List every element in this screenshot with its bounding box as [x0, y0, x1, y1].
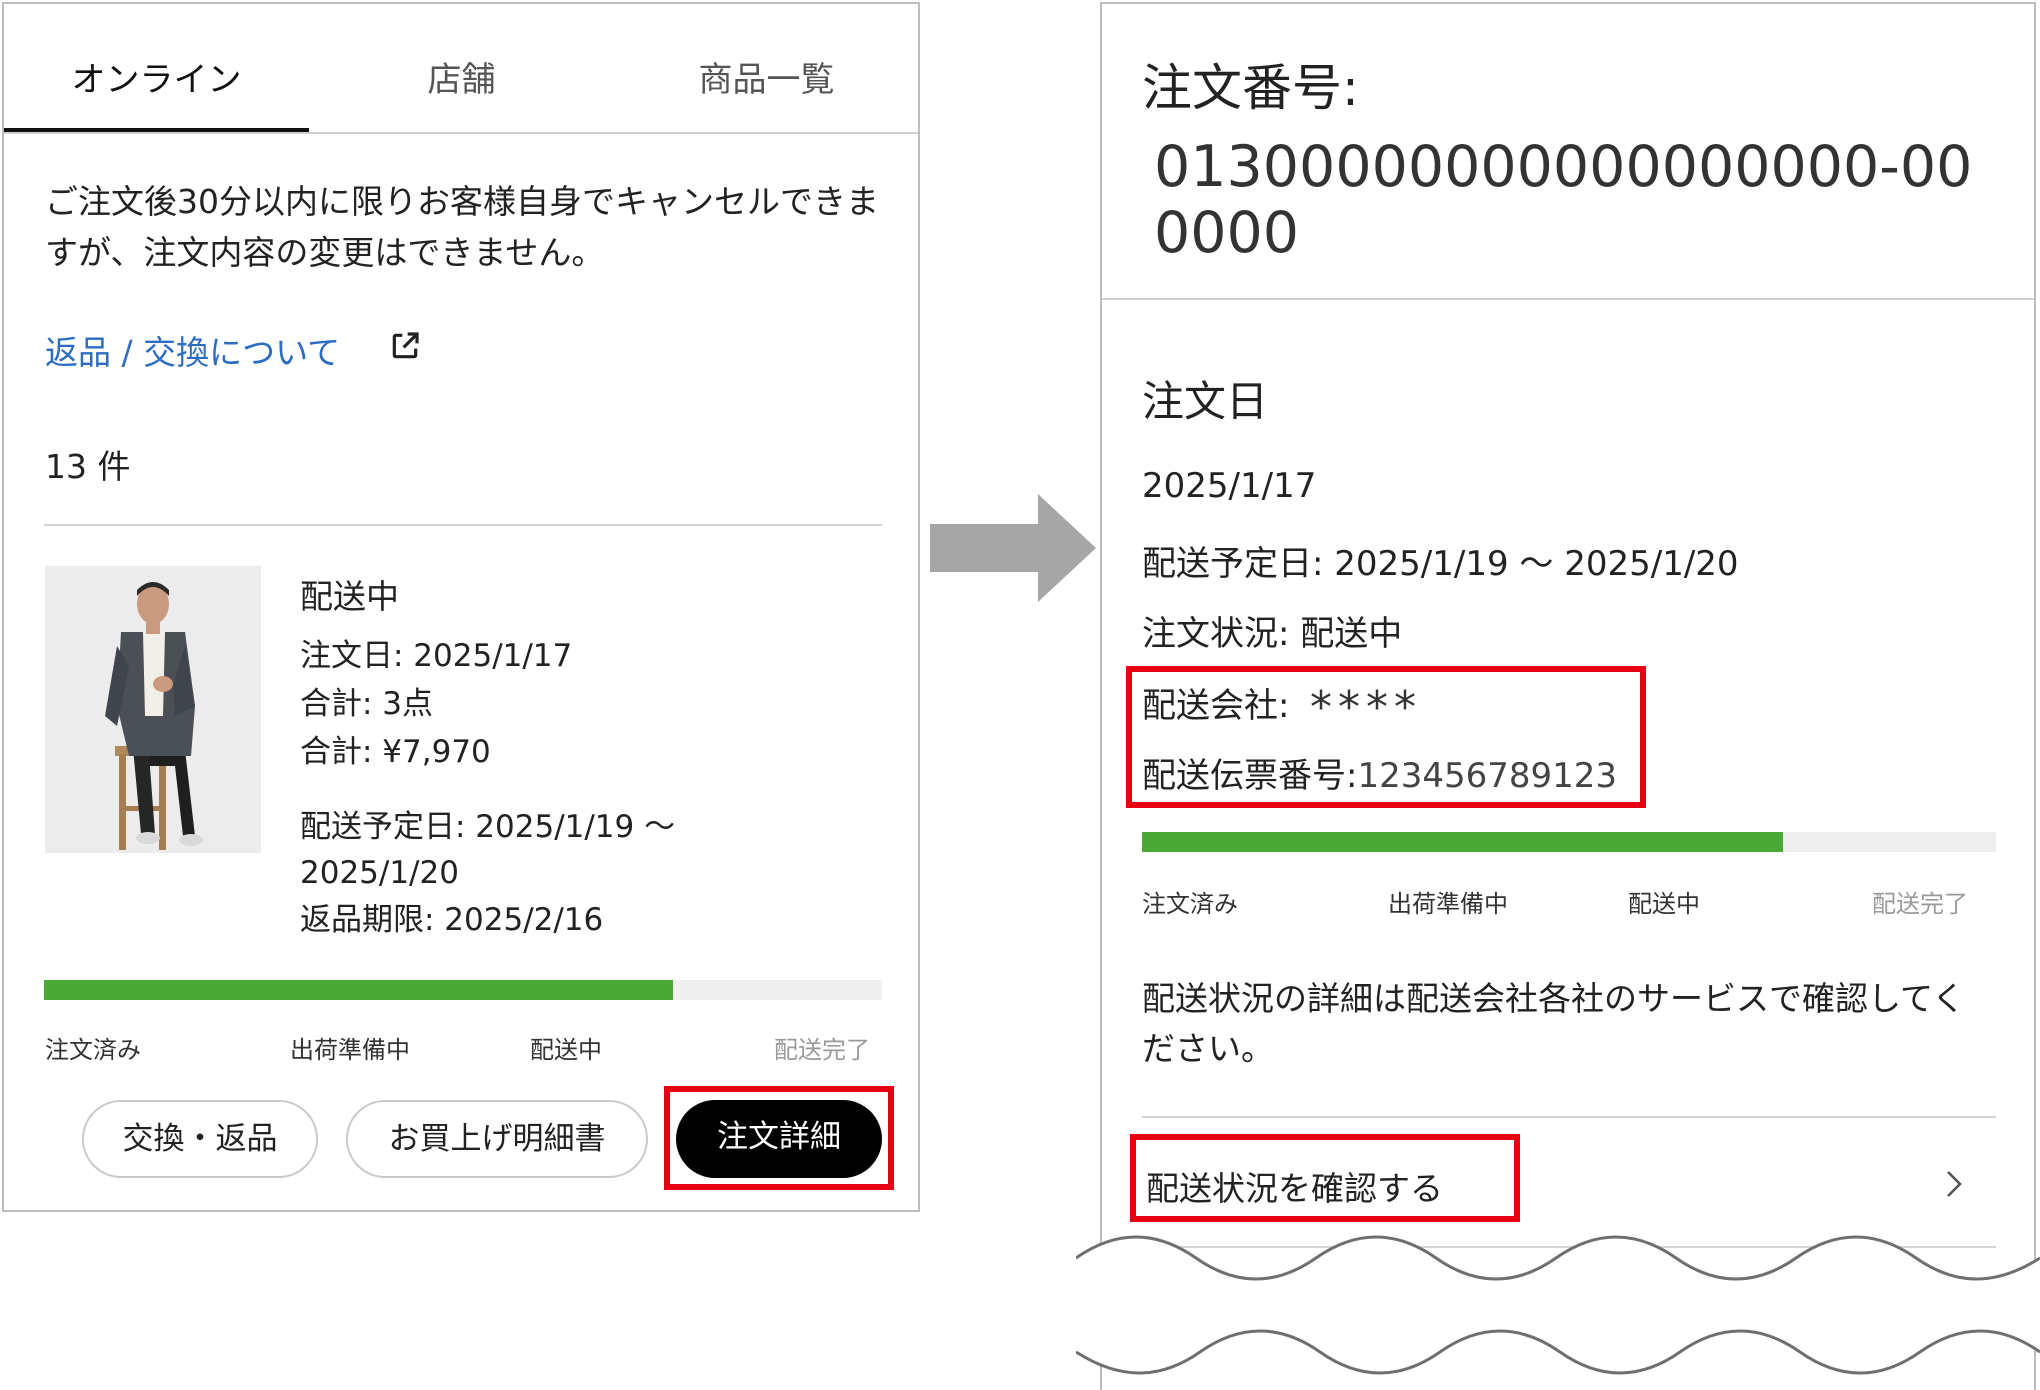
external-link-icon[interactable] — [389, 330, 421, 362]
tab-store[interactable]: 店舗 — [309, 52, 614, 101]
order-date-heading: 注文日 — [1142, 377, 1269, 426]
wavy-cut-decoration — [1076, 1235, 2040, 1375]
order-status: 注文状況: 配送中 — [1142, 614, 1403, 654]
progress-step-shipping: 配送中 — [530, 1036, 602, 1064]
return-exchange-link[interactable]: 返品 / 交換について — [45, 326, 340, 374]
tracking-number: 123456789123 — [1357, 756, 1618, 796]
order-status: 配送中 — [300, 577, 399, 616]
cancel-notice: ご注文後30分以内に限りお客様自身でキャンセルできますが、注文内容の変更はできま… — [45, 182, 879, 272]
order-total: 合計: ¥7,970 — [300, 734, 491, 770]
active-tab-indicator — [4, 128, 309, 132]
product-photo[interactable] — [45, 566, 261, 853]
order-count: 13 件 — [45, 447, 131, 486]
shipping-progress-fill — [1142, 832, 1783, 852]
progress-step-ordered: 注文済み — [45, 1036, 141, 1064]
delivery-date: 配送予定日: 2025/1/19 〜 2025/1/20 — [1142, 544, 1739, 584]
tracking-label: 配送伝票番号: — [1142, 756, 1358, 796]
tab-bar: オンライン 店舗 商品一覧 — [4, 4, 918, 134]
shipping-progress-bar — [44, 980, 882, 1000]
shipping-progress-fill — [44, 980, 673, 1000]
tab-product-list[interactable]: 商品一覧 — [614, 52, 919, 101]
arrow-right-icon — [930, 494, 1096, 602]
check-shipping-status-link[interactable]: 配送状況を確認する — [1146, 1162, 1443, 1210]
progress-step-preparing: 出荷準備中 — [290, 1036, 410, 1064]
order-quantity: 合計: 3点 — [300, 686, 434, 722]
divider — [1142, 1116, 1996, 1118]
shipping-progress-bar — [1142, 832, 1996, 852]
progress-step-shipping: 配送中 — [1628, 890, 1700, 918]
carrier-label: 配送会社: — [1142, 686, 1290, 726]
receipt-button[interactable]: お買上げ明細書 — [346, 1100, 648, 1178]
order-details-button[interactable]: 注文詳細 — [676, 1100, 882, 1178]
divider — [44, 524, 882, 526]
order-list-panel: オンライン 店舗 商品一覧 ご注文後30分以内に限りお客様自身でキャンセルできま… — [2, 2, 920, 1212]
tracking-number-row: 配送伝票番号:123456789123 — [1142, 748, 1617, 797]
exchange-return-button[interactable]: 交換・返品 — [82, 1100, 318, 1178]
progress-step-delivered: 配送完了 — [774, 1036, 870, 1064]
chevron-right-icon[interactable] — [1942, 1164, 1966, 1204]
order-date: 注文日: 2025/1/17 — [300, 638, 573, 674]
divider — [1102, 298, 2034, 300]
order-detail-panel: 注文番号: 01300000000000000000-000000 注文日 20… — [1100, 2, 2036, 1390]
tab-online[interactable]: オンライン — [4, 52, 309, 101]
order-number: 01300000000000000000-000000 — [1154, 134, 1973, 266]
order-number-label: 注文番号: — [1142, 59, 1359, 117]
return-deadline: 返品期限: 2025/2/16 — [300, 902, 604, 938]
order-date-value: 2025/1/17 — [1142, 466, 1317, 506]
progress-step-preparing: 出荷準備中 — [1388, 890, 1508, 918]
carrier-notice: 配送状況の詳細は配送会社各社のサービスで確認してください。 — [1142, 979, 1966, 1068]
progress-step-delivered: 配送完了 — [1872, 890, 1968, 918]
delivery-date: 配送予定日: 2025/1/19 〜 2025/1/20 — [300, 809, 676, 891]
progress-step-ordered: 注文済み — [1142, 890, 1238, 918]
carrier-value: **** — [1310, 682, 1422, 733]
